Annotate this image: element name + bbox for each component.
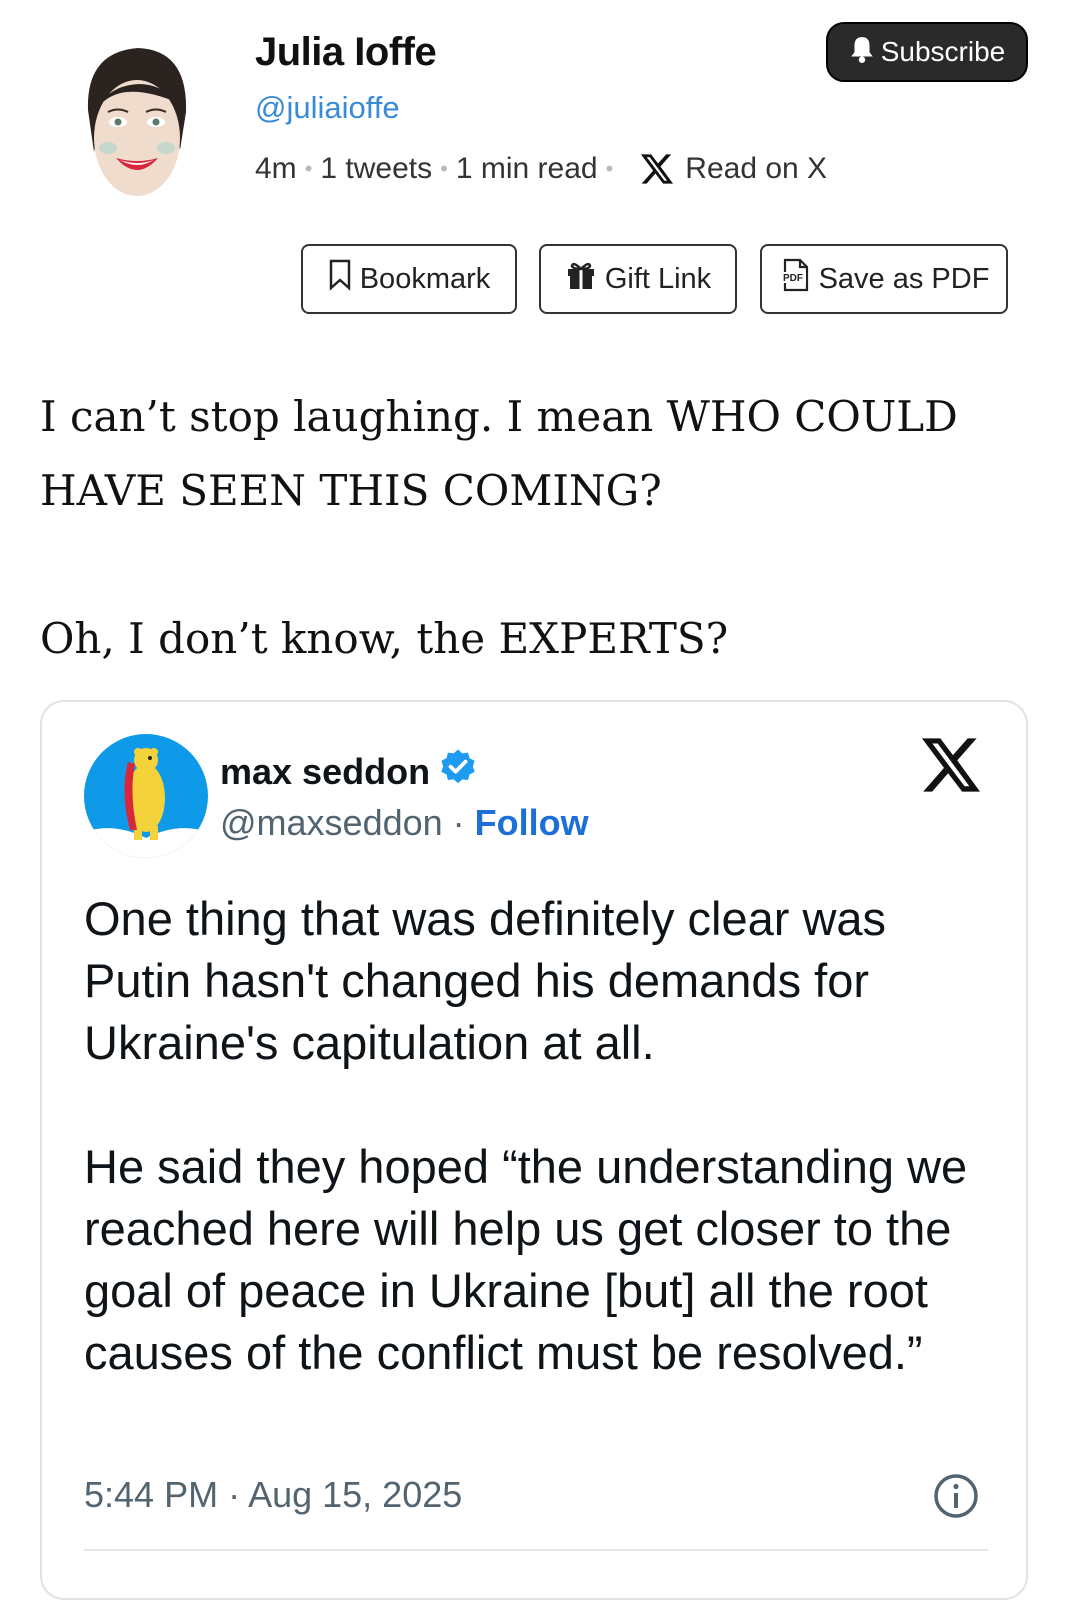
x-logo-icon[interactable] xyxy=(922,738,980,797)
info-icon[interactable] xyxy=(932,1472,980,1525)
bookmark-icon xyxy=(328,259,352,299)
subscribe-label: Subscribe xyxy=(880,36,1006,67)
meta-separator: • xyxy=(304,156,313,181)
bookmark-button[interactable]: Bookmark xyxy=(301,244,517,314)
meta-separator: • xyxy=(440,156,448,181)
tweet-paragraph: One thing that was definitely clear was … xyxy=(84,892,887,1069)
author-name[interactable]: Julia Ioffe xyxy=(255,30,437,75)
tweet-author-handle[interactable]: @maxseddon xyxy=(220,802,443,844)
handle-separator: · xyxy=(452,802,465,843)
tweet-timestamp[interactable]: 5:44 PM · Aug 15, 2025 xyxy=(84,1474,462,1516)
read-on-x-link[interactable]: Read on X xyxy=(685,152,827,186)
gift-icon xyxy=(565,259,597,299)
embedded-tweet[interactable]: max seddon @maxseddon · Follow One thing… xyxy=(40,700,1028,1600)
post-paragraph: I can’t stop laughing. I mean WHO COULD … xyxy=(40,392,958,515)
svg-text:PDF: PDF xyxy=(783,273,803,284)
bell-icon xyxy=(849,35,875,70)
post-meta: 4m • 1 tweets • 1 min read • Read on X xyxy=(255,152,827,186)
tweet-divider xyxy=(84,1549,988,1551)
tweet-author-avatar[interactable] xyxy=(84,734,208,858)
meta-separator: • xyxy=(605,156,614,181)
gift-link-button[interactable]: Gift Link xyxy=(539,244,737,314)
x-logo-icon[interactable] xyxy=(641,154,674,184)
pdf-icon: PDF xyxy=(779,258,811,300)
author-avatar[interactable] xyxy=(78,40,196,200)
follow-button[interactable]: Follow xyxy=(475,802,589,844)
save-as-pdf-button[interactable]: PDF Save as PDF xyxy=(760,244,1008,314)
post-paragraph: Oh, I don’t know, the EXPERTS? xyxy=(40,614,729,663)
tweet-author-name-row[interactable]: max seddon xyxy=(220,747,478,796)
bookmark-label: Bookmark xyxy=(359,262,491,295)
tweet-body: One thing that was definitely clear was … xyxy=(84,888,994,1384)
save-as-pdf-label: Save as PDF xyxy=(818,262,990,295)
tweet-paragraph: He said they hoped “the understanding we… xyxy=(84,1140,968,1379)
post-age: 4m xyxy=(255,152,297,185)
author-handle[interactable]: @juliaioffe xyxy=(255,90,400,126)
post-body: I can’t stop laughing. I mean WHO COULD … xyxy=(40,380,1040,676)
tweet-handle-row: @maxseddon · Follow xyxy=(220,802,589,844)
verified-badge-icon xyxy=(438,747,478,796)
subscribe-button[interactable]: Subscribe xyxy=(826,22,1028,82)
gift-link-label: Gift Link xyxy=(604,262,712,295)
read-time: 1 min read xyxy=(455,152,598,185)
tweet-count: 1 tweets xyxy=(320,152,433,185)
tweet-author-name[interactable]: max seddon xyxy=(220,751,430,793)
